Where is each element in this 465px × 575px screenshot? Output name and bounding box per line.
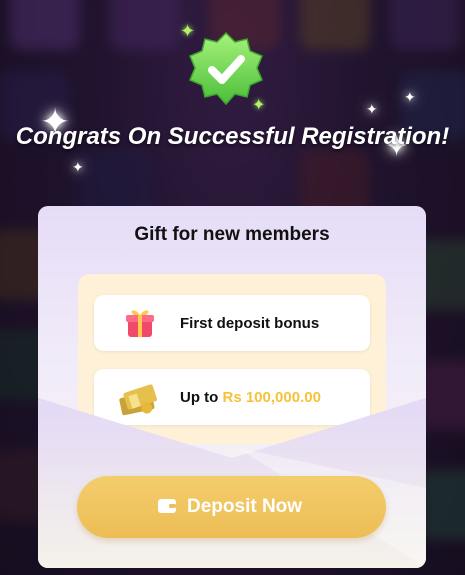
wallet-icon <box>158 499 176 513</box>
card-title: Gift for new members <box>134 224 330 245</box>
dialog-title: Congrats On Successful Registration! <box>15 123 450 150</box>
sparkle-icon: ✦ <box>72 159 84 175</box>
registration-success-screen: ✦ ✦ ✦ ✦ ✦ ✦ ✦ Congrats On Successful Reg… <box>0 0 465 575</box>
deposit-button-label: Deposit Now <box>187 496 303 517</box>
sparkle-icon: ✦ <box>404 89 416 105</box>
sparkle-icon: ✦ <box>366 101 378 117</box>
success-check-icon <box>189 31 263 106</box>
deposit-now-button[interactable]: Deposit Now <box>77 476 386 538</box>
gift-box-icon <box>126 310 154 337</box>
gift-card: Gift for new members First deposit bonus… <box>38 206 426 568</box>
gift-item-first-deposit: First deposit bonus <box>94 295 370 351</box>
gift-item-label: First deposit bonus <box>180 315 320 332</box>
